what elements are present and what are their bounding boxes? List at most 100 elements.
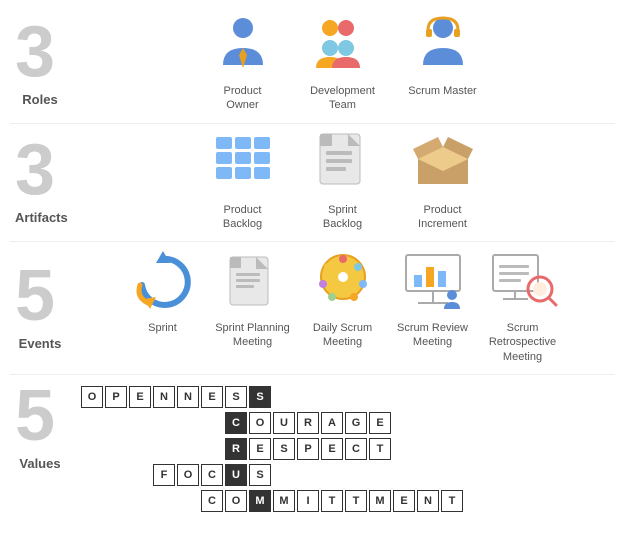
divider-2 bbox=[10, 241, 615, 242]
cell-spacer bbox=[129, 490, 151, 512]
cell: E bbox=[129, 386, 151, 408]
cell-spacer bbox=[177, 438, 199, 460]
cell-spacer bbox=[105, 490, 127, 512]
item-sprint: Sprint bbox=[123, 247, 203, 335]
artifacts-number: 3 bbox=[15, 134, 65, 206]
roles-label: Roles bbox=[15, 92, 65, 107]
events-items: Sprint Sprint PlanningMeeting bbox=[70, 247, 615, 364]
cell: P bbox=[297, 438, 319, 460]
item-sprint-backlog: SprintBacklog bbox=[298, 129, 388, 232]
sprint-planning-label: Sprint PlanningMeeting bbox=[215, 321, 290, 350]
product-increment-label: ProductIncrement bbox=[418, 203, 467, 232]
daily-scrum-label: Daily ScrumMeeting bbox=[313, 321, 372, 350]
cell-spacer bbox=[129, 438, 151, 460]
cell-spacer bbox=[81, 438, 103, 460]
cell: R bbox=[297, 412, 319, 434]
cell: O bbox=[177, 464, 199, 486]
cell-spacer bbox=[153, 412, 175, 434]
sprint-planning-icon bbox=[218, 247, 288, 317]
item-scrum-retro: Scrum RetrospectiveMeeting bbox=[483, 247, 563, 364]
cell: T bbox=[441, 490, 463, 512]
cell: A bbox=[321, 412, 343, 434]
crossword-row-focus: F O C U S bbox=[80, 463, 464, 487]
artifacts-left: 3 Artifacts bbox=[10, 134, 70, 225]
cell-spacer bbox=[177, 490, 199, 512]
cell-spacer bbox=[201, 438, 223, 460]
artifacts-label: Artifacts bbox=[15, 210, 65, 225]
item-sprint-planning: Sprint PlanningMeeting bbox=[213, 247, 293, 350]
product-owner-icon bbox=[208, 10, 278, 80]
cell: N bbox=[177, 386, 199, 408]
cell: E bbox=[249, 438, 271, 460]
scrum-review-label: Scrum ReviewMeeting bbox=[397, 321, 468, 350]
cell: E bbox=[369, 412, 391, 434]
product-backlog-label: ProductBacklog bbox=[223, 203, 262, 232]
cell-highlight: M bbox=[249, 490, 271, 512]
product-increment-icon bbox=[408, 129, 478, 199]
crossword-row-courage: C O U R A G E bbox=[80, 411, 464, 435]
cell-spacer bbox=[129, 464, 151, 486]
cell: C bbox=[345, 438, 367, 460]
item-dev-team: DevelopmentTeam bbox=[298, 10, 388, 113]
cell: E bbox=[393, 490, 415, 512]
values-label: Values bbox=[15, 456, 65, 471]
cell: S bbox=[273, 438, 295, 460]
dev-team-label: DevelopmentTeam bbox=[310, 84, 375, 113]
cell: O bbox=[225, 490, 247, 512]
cell: T bbox=[345, 490, 367, 512]
cell-spacer bbox=[81, 464, 103, 486]
cell: C bbox=[201, 490, 223, 512]
events-number: 5 bbox=[15, 260, 65, 332]
cell: U bbox=[273, 412, 295, 434]
roles-left: 3 Roles bbox=[10, 16, 70, 107]
artifacts-section: 3 Artifacts bbox=[0, 129, 625, 232]
cell-spacer bbox=[129, 412, 151, 434]
cell-spacer bbox=[81, 490, 103, 512]
cell-spacer bbox=[153, 438, 175, 460]
cell: P bbox=[105, 386, 127, 408]
cell-highlight: C bbox=[225, 412, 247, 434]
events-left: 5 Events bbox=[10, 260, 70, 351]
cell-spacer bbox=[105, 464, 127, 486]
cell: C bbox=[201, 464, 223, 486]
crossword-row-openness: O P E N N E S S bbox=[80, 385, 464, 409]
cell-spacer bbox=[177, 412, 199, 434]
item-daily-scrum: Daily ScrumMeeting bbox=[303, 247, 383, 350]
item-product-backlog: ProductBacklog bbox=[198, 129, 288, 232]
daily-scrum-icon bbox=[308, 247, 378, 317]
artifacts-items: ProductBacklog SprintBacklo bbox=[70, 129, 615, 232]
cell: F bbox=[153, 464, 175, 486]
scrum-retro-label: Scrum RetrospectiveMeeting bbox=[483, 321, 563, 364]
crossword-row-commitment: C O M M I T T M E N T bbox=[80, 489, 464, 513]
cell: S bbox=[249, 464, 271, 486]
cell-highlight: S bbox=[249, 386, 271, 408]
cell-spacer bbox=[105, 412, 127, 434]
roles-number: 3 bbox=[15, 16, 65, 88]
values-section: 5 Values O P E N N E S S bbox=[0, 380, 625, 515]
item-scrum-review: Scrum ReviewMeeting bbox=[393, 247, 473, 350]
cell: T bbox=[369, 438, 391, 460]
crossword: O P E N N E S S C O U R A bbox=[80, 385, 464, 515]
item-product-increment: ProductIncrement bbox=[398, 129, 488, 232]
cell-spacer bbox=[153, 490, 175, 512]
cell-spacer bbox=[81, 412, 103, 434]
scrum-master-label: Scrum Master bbox=[408, 84, 476, 98]
cell: N bbox=[417, 490, 439, 512]
roles-section: 3 Roles ProductOwner bbox=[0, 10, 625, 113]
cell: O bbox=[249, 412, 271, 434]
cell: S bbox=[225, 386, 247, 408]
cell-highlight: U bbox=[225, 464, 247, 486]
cell-highlight: R bbox=[225, 438, 247, 460]
cell: T bbox=[321, 490, 343, 512]
crossword-row-respect: R E S P E C T bbox=[80, 437, 464, 461]
values-number: 5 bbox=[15, 380, 65, 452]
product-backlog-icon bbox=[208, 129, 278, 199]
roles-items: ProductOwner DevelopmentTeam bbox=[70, 10, 615, 113]
sprint-backlog-label: SprintBacklog bbox=[323, 203, 362, 232]
cell: N bbox=[153, 386, 175, 408]
values-left: 5 Values bbox=[10, 380, 70, 471]
scrum-retro-icon bbox=[488, 247, 558, 317]
divider-3 bbox=[10, 374, 615, 375]
dev-team-icon bbox=[308, 10, 378, 80]
events-section: 5 Events Sprint bbox=[0, 247, 625, 364]
